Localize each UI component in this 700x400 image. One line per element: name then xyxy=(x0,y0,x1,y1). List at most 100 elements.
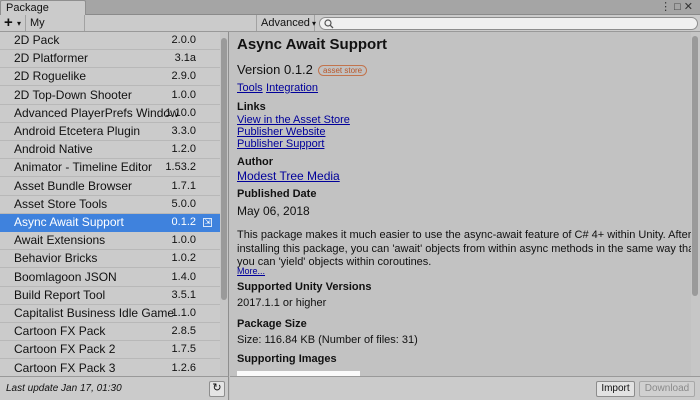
category-link-tools[interactable]: Tools xyxy=(237,82,263,94)
package-version: 0.1.2 xyxy=(171,216,196,228)
package-row[interactable]: Animator - Timeline Editor 1.53.2 xyxy=(0,159,220,178)
supporting-images-heading: Supporting Images xyxy=(237,353,337,365)
package-version: 1.10.0 xyxy=(165,106,196,119)
import-status-icon: ⇲ xyxy=(203,218,212,227)
last-update-text: Last update Jan 17, 01:30 xyxy=(6,383,122,394)
package-row[interactable]: Behavior Bricks 1.0.2 xyxy=(0,250,220,269)
author-link[interactable]: Modest Tree Media xyxy=(237,169,340,183)
package-row[interactable]: Advanced PlayerPrefs Window 1.10.0 xyxy=(0,105,220,123)
close-icon[interactable]: ✕ xyxy=(684,1,696,13)
search-input[interactable] xyxy=(319,17,698,30)
download-button[interactable]: Download xyxy=(639,381,695,397)
package-version: 1.7.1 xyxy=(171,179,196,192)
package-row[interactable]: Boomlagoon JSON 1.4.0 xyxy=(0,269,220,287)
refresh-button[interactable]: ↻ xyxy=(209,381,225,397)
package-name: Asset Bundle Browser xyxy=(14,178,133,193)
details-scrollbar-thumb[interactable] xyxy=(692,36,698,296)
package-name: Boomlagoon JSON xyxy=(14,269,117,284)
package-row[interactable]: Build Report Tool 3.5.1 xyxy=(0,287,220,305)
package-version: 2.0.0 xyxy=(171,34,196,46)
chevron-down-icon: ▾ xyxy=(311,19,316,28)
package-name: Android Native xyxy=(14,142,93,157)
package-row[interactable]: 2D Top-Down Shooter 1.0.0 xyxy=(0,87,220,105)
source-dropdown[interactable]: My Assets▾ xyxy=(27,15,85,45)
maximize-icon[interactable]: □ xyxy=(674,1,684,13)
package-list: 2D Pack 2.0.0 2D Platformer 3.1a 2D Roguelik… xyxy=(0,32,229,376)
chevron-down-icon: ▾ xyxy=(17,19,22,28)
package-version: 1.7.5 xyxy=(171,343,196,356)
list-footer: Last update Jan 17, 01:30 ↻ xyxy=(0,376,229,400)
package-row[interactable]: Async Await Support 0.1.2 ⇲ xyxy=(0,214,220,232)
package-row[interactable]: Android Native 1.2.0 xyxy=(0,141,220,160)
package-version: Version 0.1.2 xyxy=(237,62,313,77)
package-name: Animator - Timeline Editor xyxy=(14,160,153,175)
package-row[interactable]: 2D Pack 2.0.0 xyxy=(0,32,220,50)
supported-versions: 2017.1.1 or higher xyxy=(237,297,327,309)
more-link[interactable]: More... xyxy=(237,266,265,276)
package-version: 1.53.2 xyxy=(165,161,196,174)
package-name: 2D Pack xyxy=(14,33,60,47)
package-row[interactable]: 2D Platformer 3.1a xyxy=(0,50,220,69)
package-name: Capitalist Business Idle Game xyxy=(14,306,175,320)
package-name: Behavior Bricks xyxy=(14,251,98,266)
package-name: 2D Roguelike xyxy=(14,69,87,84)
toolbar: +▾ My Assets▾ Advanced▾ xyxy=(0,15,700,45)
package-row[interactable]: Android Etcetera Plugin 3.3.0 xyxy=(0,123,220,141)
package-version: 3.1a xyxy=(174,52,196,65)
add-package-button[interactable]: + ▾ xyxy=(0,15,26,31)
package-row[interactable]: Asset Bundle Browser 1.7.1 xyxy=(0,178,220,196)
package-name: Android Etcetera Plugin xyxy=(14,124,141,138)
category-link-integration[interactable]: Integration xyxy=(266,82,318,94)
package-name: Await Extensions xyxy=(14,233,106,248)
package-version: 1.0.0 xyxy=(171,88,196,101)
package-details: Async Await Support Version 0.1.2 asset … xyxy=(230,32,691,376)
package-title: Async Await Support xyxy=(237,36,388,53)
category-links: Tools Integration xyxy=(237,80,318,94)
published-date: May 06, 2018 xyxy=(237,204,310,218)
package-version: 1.0.0 xyxy=(171,234,196,247)
package-name: 2D Platformer xyxy=(14,51,89,66)
advanced-dropdown-label: Advanced xyxy=(261,17,310,29)
asset-store-badge: asset store xyxy=(318,65,368,76)
package-version: 1.2.0 xyxy=(171,143,196,156)
package-name: Cartoon FX Pack xyxy=(14,324,106,339)
package-version: 1.4.0 xyxy=(171,270,196,283)
published-date-heading: Published Date xyxy=(237,188,317,200)
package-row[interactable]: Capitalist Business Idle Game 1.1.0 xyxy=(0,305,220,323)
package-version: 3.3.0 xyxy=(171,125,196,137)
package-name: 2D Top-Down Shooter xyxy=(14,87,132,102)
package-row[interactable]: 2D Roguelike 2.9.0 xyxy=(0,68,220,87)
package-size: Size: 116.84 KB (Number of files: 31) xyxy=(237,334,418,346)
list-scrollbar-thumb[interactable] xyxy=(221,38,227,300)
package-name: Cartoon FX Pack 3 xyxy=(14,360,116,375)
import-button[interactable]: Import xyxy=(596,381,635,397)
package-version: 1.1.0 xyxy=(171,307,196,319)
package-row[interactable]: Asset Store Tools 5.0.0 xyxy=(0,196,220,214)
window-controls: ⋮□✕ xyxy=(660,0,696,13)
package-version: 1.0.2 xyxy=(171,252,196,265)
author-heading: Author xyxy=(237,156,274,168)
add-label: + xyxy=(4,14,13,31)
package-row[interactable]: Cartoon FX Pack 2 1.7.5 xyxy=(0,341,220,360)
publisher-website-link[interactable]: Publisher Website xyxy=(237,126,325,138)
package-row[interactable]: Cartoon FX Pack 3 1.2.6 xyxy=(0,360,220,376)
package-row[interactable]: Await Extensions 1.0.0 xyxy=(0,232,220,251)
publisher-support-link[interactable]: Publisher Support xyxy=(237,138,324,150)
package-version: 2.8.5 xyxy=(171,325,196,338)
package-name: Build Report Tool xyxy=(14,287,106,302)
package-name: Asset Store Tools xyxy=(14,196,108,211)
details-footer: Import Download xyxy=(230,376,700,400)
package-name: Cartoon FX Pack 2 xyxy=(14,342,116,357)
package-version: 3.5.1 xyxy=(171,288,196,301)
kebab-menu-icon[interactable]: ⋮ xyxy=(660,1,674,13)
package-version: 1.2.6 xyxy=(171,361,196,374)
package-name: Async Await Support xyxy=(14,215,124,229)
refresh-icon: ↻ xyxy=(212,382,222,394)
title-bar: Package Manager ⋮□✕ xyxy=(0,0,700,26)
advanced-dropdown[interactable]: Advanced ▾ xyxy=(256,15,316,31)
package-description: This package makes it much easier to use… xyxy=(237,229,691,268)
asset-store-link[interactable]: View in the Asset Store xyxy=(237,114,350,126)
package-version: 2.9.0 xyxy=(171,70,196,83)
package-row[interactable]: Cartoon FX Pack 2.8.5 xyxy=(0,323,220,342)
links-heading: Links xyxy=(237,101,266,113)
